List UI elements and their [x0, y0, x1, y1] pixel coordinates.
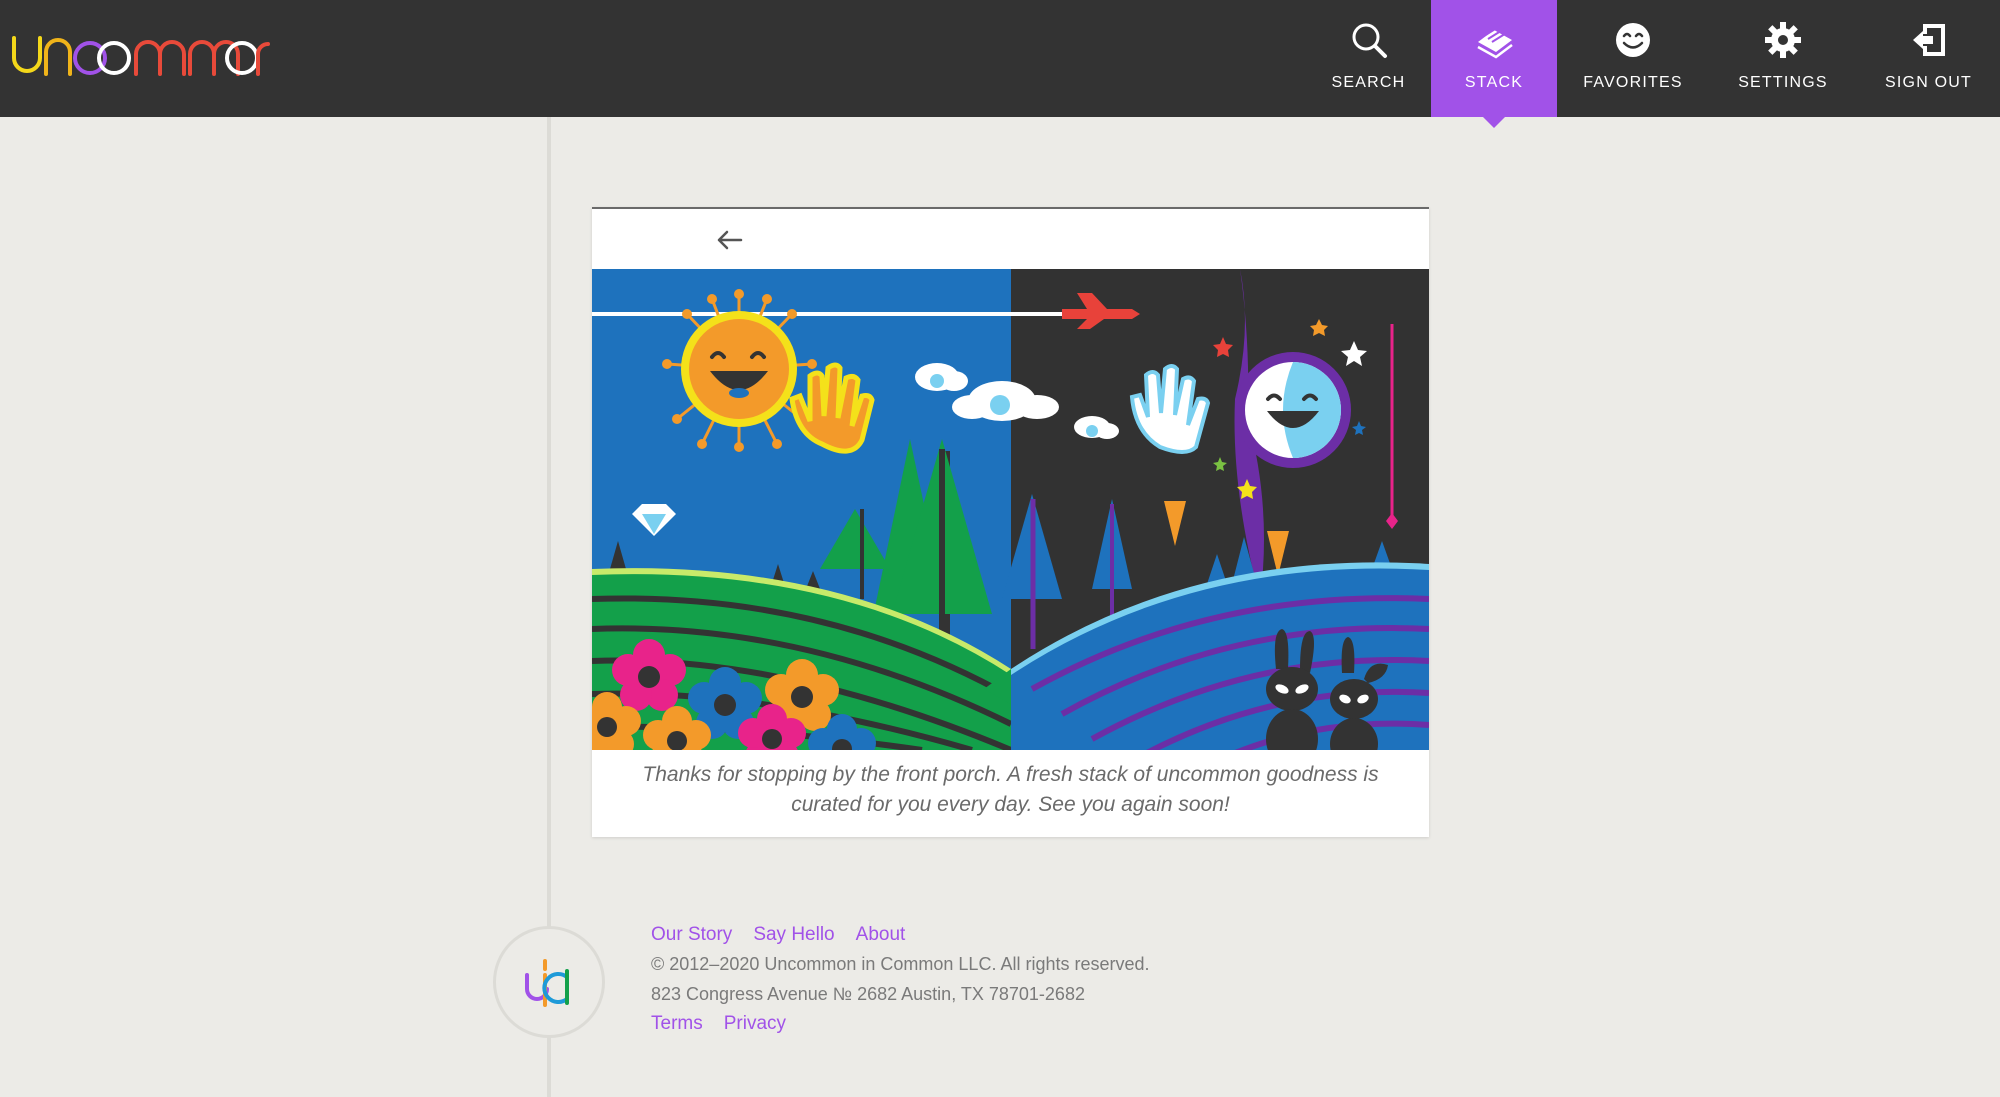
stack-icon — [1477, 25, 1513, 59]
footer-link-privacy[interactable]: Privacy — [724, 1013, 786, 1035]
nav-search-label: SEARCH — [1331, 74, 1406, 91]
footer-link-terms[interactable]: Terms — [651, 1013, 703, 1035]
back-arrow-icon[interactable] — [714, 225, 744, 255]
footer-link-about[interactable]: About — [856, 924, 906, 946]
footer-links: Our Story Say Hello About — [651, 924, 1150, 946]
card-toolbar — [592, 209, 1429, 268]
footer-link-our-story[interactable]: Our Story — [651, 924, 732, 946]
uic-monogram-icon — [525, 959, 569, 1007]
nav-search[interactable]: SEARCH — [1306, 0, 1431, 117]
day-night-illustration — [592, 269, 1429, 750]
sign-out-icon — [1912, 24, 1945, 56]
uncommon-logo[interactable] — [10, 28, 270, 78]
footer-badge-logo — [493, 926, 605, 1038]
nav-stack-label: STACK — [1464, 74, 1524, 91]
nav-sign-out[interactable]: SIGN OUT — [1857, 0, 2000, 117]
farewell-card: Thanks for stopping by the front porch. … — [592, 207, 1429, 837]
top-navigation-bar: SEARCH STACK FAVORITES SETTINGS SIGN OUT — [0, 0, 2000, 128]
smile-icon — [1616, 23, 1650, 57]
nav-settings-label: SETTINGS — [1738, 74, 1828, 91]
footer-link-say-hello[interactable]: Say Hello — [753, 924, 834, 946]
gear-icon — [1765, 22, 1801, 58]
site-footer: Our Story Say Hello About © 2012–2020 Un… — [651, 924, 1150, 1035]
footer-copyright: © 2012–2020 Uncommon in Common LLC. All … — [651, 954, 1150, 974]
main-nav: SEARCH STACK FAVORITES SETTINGS SIGN OUT — [1306, 0, 2000, 128]
footer-legal-links: Terms Privacy — [651, 1013, 1150, 1035]
search-icon — [1352, 23, 1387, 58]
footer-address: 823 Congress Avenue № 2682 Austin, TX 78… — [651, 984, 1085, 1004]
nav-settings[interactable]: SETTINGS — [1709, 0, 1857, 117]
card-message: Thanks for stopping by the front porch. … — [642, 763, 1379, 816]
nav-favorites[interactable]: FAVORITES — [1557, 0, 1709, 117]
nav-stack[interactable]: STACK — [1431, 0, 1557, 128]
nav-sign-out-label: SIGN OUT — [1885, 74, 1972, 91]
nav-favorites-label: FAVORITES — [1583, 74, 1683, 91]
